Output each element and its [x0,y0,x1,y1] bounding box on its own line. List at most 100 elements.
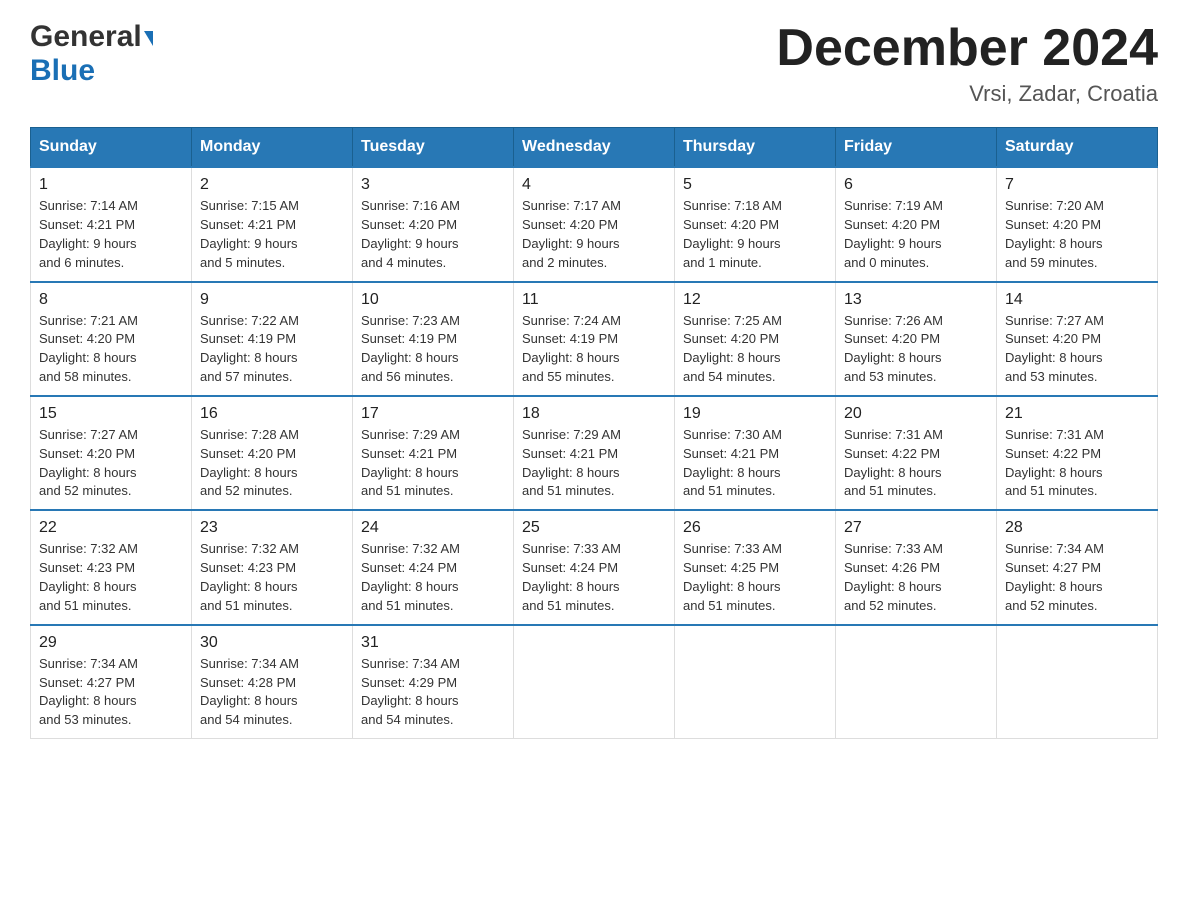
day-number: 16 [200,405,344,423]
day-info: Sunrise: 7:17 AMSunset: 4:20 PMDaylight:… [522,197,666,272]
day-info: Sunrise: 7:23 AMSunset: 4:19 PMDaylight:… [361,312,505,387]
day-number: 18 [522,405,666,423]
calendar-header: SundayMondayTuesdayWednesdayThursdayFrid… [31,128,1158,168]
day-info: Sunrise: 7:32 AMSunset: 4:23 PMDaylight:… [39,540,183,615]
day-info: Sunrise: 7:32 AMSunset: 4:24 PMDaylight:… [361,540,505,615]
day-number: 4 [522,176,666,194]
calendar-week-row: 8Sunrise: 7:21 AMSunset: 4:20 PMDaylight… [31,282,1158,396]
col-header-saturday: Saturday [997,128,1158,168]
day-number: 28 [1005,519,1149,537]
day-number: 12 [683,291,827,309]
calendar-table: SundayMondayTuesdayWednesdayThursdayFrid… [30,127,1158,739]
calendar-cell: 18 Sunrise: 7:29 AMSunset: 4:21 PMDayligh… [514,396,675,510]
calendar-cell [997,625,1158,739]
calendar-cell: 7 Sunrise: 7:20 AMSunset: 4:20 PMDaylight… [997,167,1158,281]
calendar-cell: 8Sunrise: 7:21 AMSunset: 4:20 PMDaylight… [31,282,192,396]
day-number: 15 [39,405,183,423]
day-info: Sunrise: 7:22 AMSunset: 4:19 PMDaylight:… [200,312,344,387]
day-info: Sunrise: 7:33 AMSunset: 4:25 PMDaylight:… [683,540,827,615]
calendar-cell: 3 Sunrise: 7:16 AMSunset: 4:20 PMDaylight… [353,167,514,281]
day-info: Sunrise: 7:20 AMSunset: 4:20 PMDaylight:… [1005,197,1149,272]
day-number: 14 [1005,291,1149,309]
day-number: 5 [683,176,827,194]
calendar-cell [514,625,675,739]
day-info: Sunrise: 7:30 AMSunset: 4:21 PMDaylight:… [683,426,827,501]
col-header-tuesday: Tuesday [353,128,514,168]
logo-blue-text: Blue [30,54,153,88]
calendar-week-row: 22 Sunrise: 7:32 AMSunset: 4:23 PMDayligh… [31,510,1158,624]
calendar-cell: 20Sunrise: 7:31 AMSunset: 4:22 PMDayligh… [836,396,997,510]
calendar-cell [836,625,997,739]
day-number: 29 [39,634,183,652]
col-header-monday: Monday [192,128,353,168]
calendar-week-row: 1 Sunrise: 7:14 AMSunset: 4:21 PMDaylight… [31,167,1158,281]
day-number: 3 [361,176,505,194]
day-info: Sunrise: 7:24 AMSunset: 4:19 PMDaylight:… [522,312,666,387]
calendar-cell: 16 Sunrise: 7:28 AMSunset: 4:20 PMDayligh… [192,396,353,510]
day-info: Sunrise: 7:14 AMSunset: 4:21 PMDaylight:… [39,197,183,272]
day-number: 25 [522,519,666,537]
day-number: 19 [683,405,827,423]
calendar-cell: 4 Sunrise: 7:17 AMSunset: 4:20 PMDaylight… [514,167,675,281]
calendar-cell: 14Sunrise: 7:27 AMSunset: 4:20 PMDayligh… [997,282,1158,396]
logo-general-text: General [30,20,142,54]
calendar-cell: 26 Sunrise: 7:33 AMSunset: 4:25 PMDayligh… [675,510,836,624]
calendar-cell: 10 Sunrise: 7:23 AMSunset: 4:19 PMDayligh… [353,282,514,396]
day-info: Sunrise: 7:34 AMSunset: 4:27 PMDaylight:… [39,655,183,730]
day-number: 30 [200,634,344,652]
day-info: Sunrise: 7:19 AMSunset: 4:20 PMDaylight:… [844,197,988,272]
calendar-week-row: 29 Sunrise: 7:34 AMSunset: 4:27 PMDayligh… [31,625,1158,739]
day-info: Sunrise: 7:33 AMSunset: 4:26 PMDaylight:… [844,540,988,615]
location-subtitle: Vrsi, Zadar, Croatia [776,81,1158,107]
logo-triangle-icon [144,31,153,46]
day-info: Sunrise: 7:15 AMSunset: 4:21 PMDaylight:… [200,197,344,272]
day-number: 23 [200,519,344,537]
day-number: 6 [844,176,988,194]
calendar-cell: 6 Sunrise: 7:19 AMSunset: 4:20 PMDaylight… [836,167,997,281]
calendar-cell: 19 Sunrise: 7:30 AMSunset: 4:21 PMDayligh… [675,396,836,510]
day-info: Sunrise: 7:18 AMSunset: 4:20 PMDaylight:… [683,197,827,272]
header-right: December 2024 Vrsi, Zadar, Croatia [776,20,1158,107]
day-number: 27 [844,519,988,537]
day-info: Sunrise: 7:33 AMSunset: 4:24 PMDaylight:… [522,540,666,615]
col-header-thursday: Thursday [675,128,836,168]
col-header-wednesday: Wednesday [514,128,675,168]
day-number: 10 [361,291,505,309]
day-info: Sunrise: 7:32 AMSunset: 4:23 PMDaylight:… [200,540,344,615]
day-number: 21 [1005,405,1149,423]
calendar-cell: 15Sunrise: 7:27 AMSunset: 4:20 PMDayligh… [31,396,192,510]
calendar-cell: 2 Sunrise: 7:15 AMSunset: 4:21 PMDaylight… [192,167,353,281]
logo: General Blue [30,20,153,88]
calendar-cell: 21Sunrise: 7:31 AMSunset: 4:22 PMDayligh… [997,396,1158,510]
day-number: 7 [1005,176,1149,194]
day-number: 8 [39,291,183,309]
calendar-cell: 1 Sunrise: 7:14 AMSunset: 4:21 PMDaylight… [31,167,192,281]
day-info: Sunrise: 7:34 AMSunset: 4:27 PMDaylight:… [1005,540,1149,615]
col-header-sunday: Sunday [31,128,192,168]
day-info: Sunrise: 7:25 AMSunset: 4:20 PMDaylight:… [683,312,827,387]
calendar-cell [675,625,836,739]
day-number: 26 [683,519,827,537]
month-title: December 2024 [776,20,1158,77]
calendar-cell: 25 Sunrise: 7:33 AMSunset: 4:24 PMDayligh… [514,510,675,624]
day-number: 1 [39,176,183,194]
day-info: Sunrise: 7:29 AMSunset: 4:21 PMDaylight:… [361,426,505,501]
calendar-cell: 27 Sunrise: 7:33 AMSunset: 4:26 PMDayligh… [836,510,997,624]
col-header-friday: Friday [836,128,997,168]
day-number: 22 [39,519,183,537]
calendar-cell: 17Sunrise: 7:29 AMSunset: 4:21 PMDayligh… [353,396,514,510]
day-info: Sunrise: 7:29 AMSunset: 4:21 PMDaylight:… [522,426,666,501]
day-number: 31 [361,634,505,652]
calendar-week-row: 15Sunrise: 7:27 AMSunset: 4:20 PMDayligh… [31,396,1158,510]
calendar-cell: 13Sunrise: 7:26 AMSunset: 4:20 PMDayligh… [836,282,997,396]
day-number: 2 [200,176,344,194]
day-info: Sunrise: 7:34 AMSunset: 4:28 PMDaylight:… [200,655,344,730]
day-info: Sunrise: 7:16 AMSunset: 4:20 PMDaylight:… [361,197,505,272]
calendar-cell: 9 Sunrise: 7:22 AMSunset: 4:19 PMDaylight… [192,282,353,396]
calendar-cell: 30 Sunrise: 7:34 AMSunset: 4:28 PMDayligh… [192,625,353,739]
calendar-cell: 11Sunrise: 7:24 AMSunset: 4:19 PMDayligh… [514,282,675,396]
calendar-cell: 5 Sunrise: 7:18 AMSunset: 4:20 PMDaylight… [675,167,836,281]
calendar-cell: 29 Sunrise: 7:34 AMSunset: 4:27 PMDayligh… [31,625,192,739]
day-info: Sunrise: 7:28 AMSunset: 4:20 PMDaylight:… [200,426,344,501]
day-number: 9 [200,291,344,309]
